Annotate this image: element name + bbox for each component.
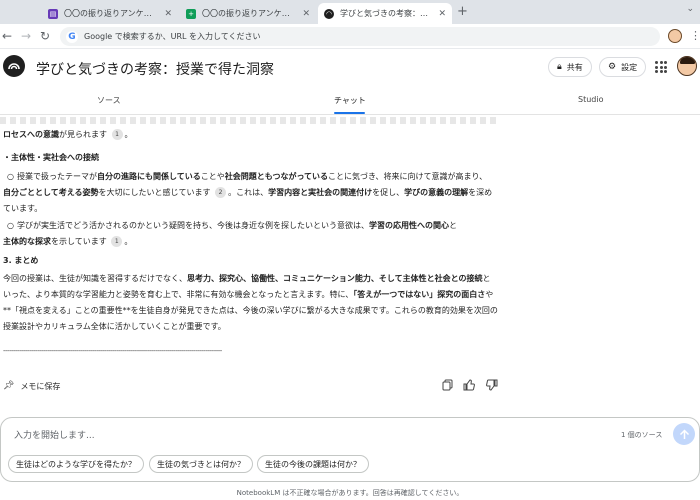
browser-tab[interactable]: + 〇〇の振り返りアンケート（回答） ✕ xyxy=(180,3,316,24)
thumbs-up-icon[interactable] xyxy=(462,378,476,392)
browser-menu-icon[interactable]: ⋮ xyxy=(690,29,700,42)
browser-tab-strip: ▤ 〇〇の振り返りアンケート - Goo ✕ + 〇〇の振り返りアンケート（回答… xyxy=(0,0,700,24)
bold-text: 自分の進路にも関係している xyxy=(97,172,201,181)
chat-composer: 入力を開始します... 1 個のソース 生徒はどのような学びを得たか？ 生徒の気… xyxy=(0,417,700,482)
citation-badge[interactable]: 1 xyxy=(111,236,123,247)
forward-icon[interactable]: → xyxy=(21,29,31,43)
tab-sources[interactable]: ソース xyxy=(97,95,121,106)
disclaimer-footer: NotebookLM は不正確な場合があります。回答は再確認してください。 xyxy=(236,489,464,497)
browser-tab-title: 〇〇の振り返りアンケート（回答） xyxy=(202,9,297,18)
clipped-text-line xyxy=(0,117,500,124)
text: 学びが実生活でどう活かされるのかという疑問を持ち、今後は身近な例を探したいという… xyxy=(17,221,369,230)
text: 今回の授業は、生徒が知識を習得するだけでなく、 xyxy=(3,274,187,283)
text: を大切にしたいと感じています xyxy=(98,188,211,197)
pin-icon: 📌︎ xyxy=(3,381,15,391)
paragraph: 主体的な探求を示しています 1。 xyxy=(3,234,498,250)
copy-icon[interactable] xyxy=(440,378,454,392)
browser-toolbar: ← → ↻ G Google で検索するか、URL を入力してください ⋮ xyxy=(0,24,700,49)
section-heading: ・主体性・実社会への接続 xyxy=(3,153,99,162)
send-arrow-icon xyxy=(679,428,689,439)
reload-icon[interactable]: ↻ xyxy=(40,29,50,43)
new-tab-icon[interactable]: + xyxy=(457,4,468,19)
text: を示しています xyxy=(51,237,107,246)
sheets-icon: + xyxy=(186,8,196,19)
tab-search-icon[interactable]: ⌄ xyxy=(686,4,694,14)
bullet-item: ○ 学びが実生活でどう活かされるのかという疑問を持ち、今後は身近な例を探したいと… xyxy=(7,218,498,234)
text: を促し、 xyxy=(372,188,405,197)
bullet-icon: ○ xyxy=(7,221,14,230)
tab-chat[interactable]: チャット xyxy=(334,95,366,106)
back-icon[interactable]: ← xyxy=(2,29,12,43)
citation-badge[interactable]: 1 xyxy=(111,129,123,140)
avatar[interactable] xyxy=(677,56,697,76)
tab-studio[interactable]: Studio xyxy=(578,95,603,104)
text: ことに気づき、将来に向けて意識が高まり、 xyxy=(328,172,488,181)
bold-text: 学習の応用性への関心 xyxy=(369,221,449,230)
browser-tab[interactable]: ▤ 〇〇の振り返りアンケート - Goo ✕ xyxy=(42,3,178,24)
browser-tab-active[interactable]: ◠ 学びと気づきの考察：授業で得た ✕ xyxy=(318,3,452,24)
settings-button[interactable]: ⚙ 設定 xyxy=(599,57,647,77)
text: が見られます xyxy=(59,130,107,139)
lock-icon: 🔒︎ xyxy=(557,62,562,72)
citation-badge[interactable]: 2 xyxy=(215,187,227,198)
section-heading: 3. まとめ xyxy=(3,256,39,265)
address-placeholder: Google で検索するか、URL を入力してください xyxy=(84,32,261,41)
bold-text: 「答えが一つではない」探究の面白さ xyxy=(353,290,486,299)
bullet-icon: ○ xyxy=(7,172,14,181)
browser-tab-title: 〇〇の振り返りアンケート - Goo xyxy=(64,9,159,18)
paragraph: 自分ごととして考える姿勢を大切にしたいと感じています 2 。これは、学習内容と実社… xyxy=(3,185,498,217)
notebook-title[interactable]: 学びと気づきの考察：授業で得た洞察 xyxy=(36,59,274,79)
notebooklm-logo-icon[interactable] xyxy=(3,55,25,77)
bold-text: 主体的な探求 xyxy=(3,237,51,246)
chat-response: ロセスへの意識が見られます 1。 ・主体性・実社会への接続 ○ 授業で扱ったテー… xyxy=(0,115,700,415)
share-label: 共有 xyxy=(566,62,583,72)
bold-text: 社会問題ともつながっている xyxy=(224,172,329,181)
text: ことや xyxy=(200,172,225,181)
save-to-note-button[interactable]: 📌︎ メモに保存 xyxy=(0,377,60,395)
bullet-item: ○ 授業で扱ったテーマが自分の進路にも関係していることや社会問題ともつながってい… xyxy=(7,169,498,185)
text: 。 xyxy=(124,237,133,246)
bold-text: 思考力、探究心、協働性、コミュニケーション能力、そして主体性と社会との接続 xyxy=(187,274,483,283)
close-tab-icon[interactable]: ✕ xyxy=(438,9,446,19)
paragraph: ロセスへの意識が見られます 1。 xyxy=(3,127,498,143)
forms-icon: ▤ xyxy=(48,8,58,19)
app-header: 学びと気づきの考察：授業で得た洞察 🔒︎ 共有 ⚙ 設定 xyxy=(0,49,700,87)
close-tab-icon[interactable]: ✕ xyxy=(164,9,172,19)
thumbs-down-icon[interactable] xyxy=(485,378,499,392)
summary-paragraph: 今回の授業は、生徒が知識を習得するだけでなく、思考力、探究心、協働性、コミュニケ… xyxy=(3,271,498,335)
bold-text: 学習内容と実社会の関連付け xyxy=(268,188,373,197)
bold-text: 学びの意義の理解 xyxy=(404,188,469,197)
text: 。これは、 xyxy=(228,188,269,197)
chat-input[interactable]: 入力を開始します... xyxy=(14,428,95,441)
panel-tabs: ソース チャット Studio xyxy=(0,87,700,115)
google-icon: G xyxy=(66,30,78,43)
notebooklm-icon: ◠ xyxy=(324,8,334,19)
suggestion-chip[interactable]: 生徒の今後の課題は何か？ xyxy=(257,455,369,473)
settings-label: 設定 xyxy=(621,62,638,72)
suggestion-chip[interactable]: 生徒はどのような学びを得たか？ xyxy=(8,455,144,473)
send-button[interactable] xyxy=(673,423,695,445)
share-button[interactable]: 🔒︎ 共有 xyxy=(548,57,592,77)
save-label: メモに保存 xyxy=(20,381,61,391)
profile-avatar-small[interactable] xyxy=(668,29,682,43)
text: と xyxy=(449,221,457,230)
suggestion-chip[interactable]: 生徒の気づきとは何か？ xyxy=(149,455,253,473)
address-bar[interactable]: G Google で検索するか、URL を入力してください xyxy=(60,27,660,46)
bold-text: ロセスへの意識 xyxy=(3,130,59,139)
active-tab-indicator xyxy=(334,112,365,114)
bold-text: 自分ごととして考える姿勢 xyxy=(3,188,99,197)
divider-line: ----------------------------------------… xyxy=(3,347,222,355)
source-count: 1 個のソース xyxy=(621,431,663,439)
gear-icon: ⚙ xyxy=(608,62,617,72)
close-tab-icon[interactable]: ✕ xyxy=(302,9,310,19)
text: 。 xyxy=(124,130,133,139)
text: 授業で扱ったテーマが xyxy=(17,172,97,181)
apps-grid-icon[interactable] xyxy=(655,61,667,73)
browser-tab-title: 学びと気づきの考察：授業で得た xyxy=(340,9,432,18)
